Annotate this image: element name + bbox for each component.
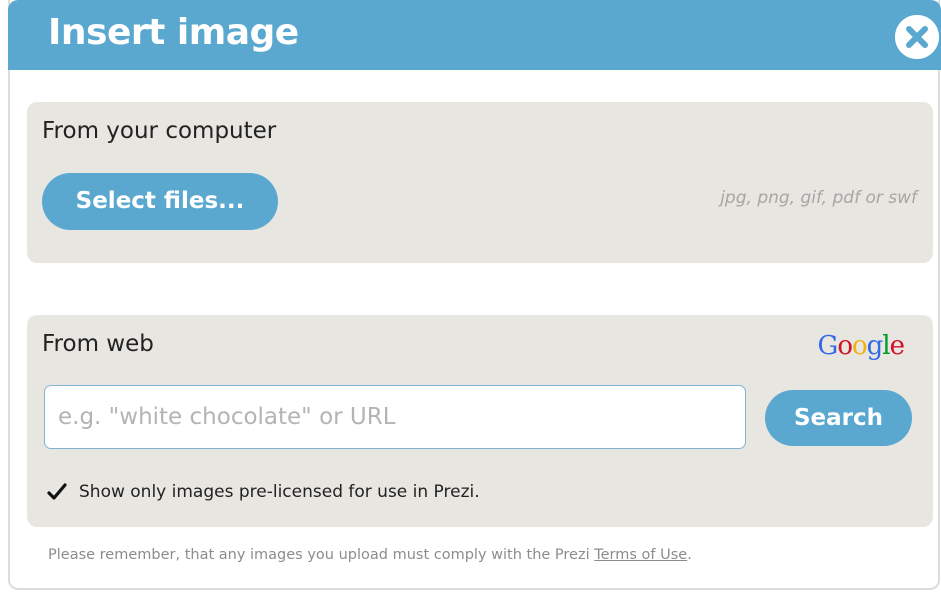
search-button[interactable]: Search <box>765 390 912 446</box>
terms-reminder: Please remember, that any images you upl… <box>48 547 692 563</box>
google-logo-letter: G <box>817 331 839 361</box>
license-filter-label: Show only images pre-licensed for use in… <box>79 482 480 502</box>
dialog-title: Insert image <box>48 12 299 53</box>
terms-of-use-link[interactable]: Terms of Use <box>594 547 687 563</box>
checkmark-icon[interactable] <box>47 482 67 502</box>
google-logo-letter: e <box>889 331 905 361</box>
google-logo-letter: l <box>882 331 890 361</box>
dialog-header: Insert image <box>8 0 941 70</box>
close-button[interactable] <box>895 15 939 59</box>
google-logo-letter: o <box>837 331 853 361</box>
select-files-button[interactable]: Select files... <box>42 173 278 230</box>
terms-reminder-end: . <box>687 547 692 563</box>
google-logo-letter: g <box>866 331 884 361</box>
from-computer-panel: From your computer Select files... jpg, … <box>27 102 933 263</box>
google-logo: Google <box>817 331 905 361</box>
from-web-panel: From web Google Search Show only images … <box>27 315 933 527</box>
supported-formats-text: jpg, png, gif, pdf or swf <box>720 188 917 208</box>
image-search-input[interactable] <box>44 385 746 449</box>
terms-reminder-text: Please remember, that any images you upl… <box>48 547 595 563</box>
close-icon <box>895 15 939 59</box>
from-web-heading: From web <box>42 331 154 357</box>
google-logo-letter: o <box>851 331 868 361</box>
from-computer-heading: From your computer <box>42 118 277 144</box>
license-filter-checkbox-row[interactable]: Show only images pre-licensed for use in… <box>47 480 480 504</box>
